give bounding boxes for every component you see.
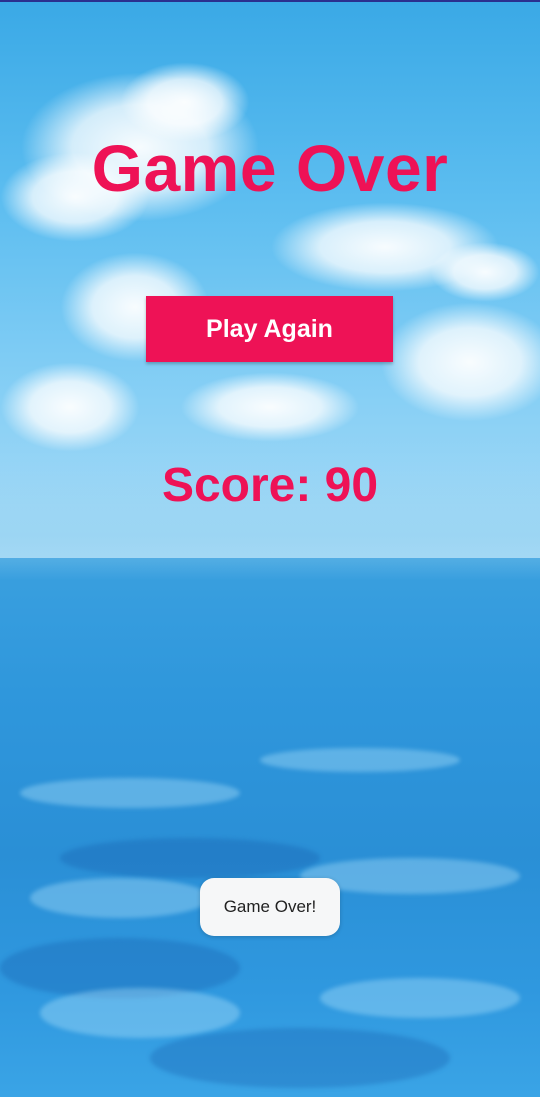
cloud	[0, 362, 140, 452]
cloud	[180, 372, 360, 442]
wave-shadow	[150, 1028, 450, 1088]
wave-highlight	[260, 748, 460, 772]
cloud	[430, 242, 540, 302]
wave-highlight	[40, 988, 240, 1038]
game-over-title: Game Over	[91, 131, 449, 205]
toast-message: Game Over!	[200, 878, 340, 936]
wave-shadow	[60, 838, 320, 878]
wave-highlight	[20, 778, 240, 808]
wave-highlight	[320, 978, 520, 1018]
score-label: Score: 90	[161, 459, 379, 512]
sea-background	[0, 558, 540, 1097]
play-again-button[interactable]: Play Again	[146, 296, 393, 362]
cloud	[380, 302, 540, 422]
wave-highlight	[30, 878, 210, 918]
game-over-screen: Game Over Play Again Score: 90 Game Over…	[0, 0, 540, 1097]
